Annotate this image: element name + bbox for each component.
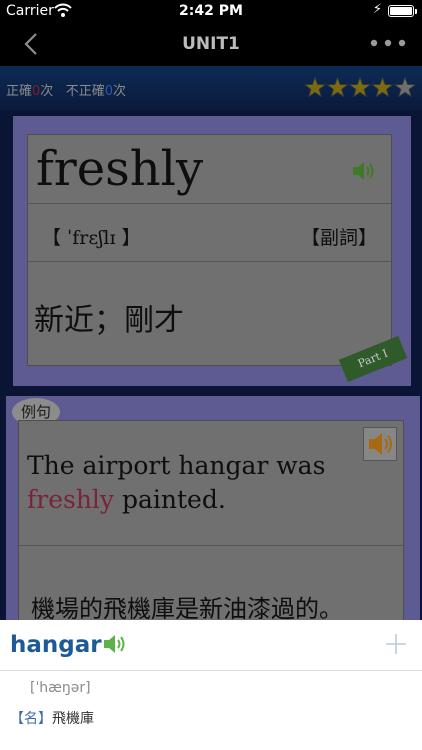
charging-icon: ⚡	[372, 2, 382, 17]
example-card[interactable]: 例句 The airport hangar was freshly painte…	[6, 396, 420, 620]
sentence-text: painted.	[114, 485, 226, 514]
divider	[0, 670, 422, 671]
divider	[28, 261, 391, 262]
sentence-highlight: freshly	[27, 485, 115, 514]
example-translation: 機場的飛機庫是新油漆過的。	[31, 595, 343, 620]
more-options-icon[interactable]	[368, 32, 408, 54]
dictionary-popup: hangar [ˈhæŋər] 【名】飛機庫	[0, 620, 422, 750]
divider	[28, 203, 391, 204]
flashcard-area: 正確0次 不正確0次 freshly 【 ˈfrɛʃlɪ 】 【副詞】 新近；剛…	[0, 66, 422, 620]
incorrect-label: 不正確	[65, 84, 105, 99]
part-badge: Part I	[338, 335, 408, 383]
page-title: UNIT1	[182, 34, 240, 54]
correct-label: 正確	[6, 84, 33, 99]
nav-bar: UNIT1	[0, 22, 422, 66]
word-card[interactable]: freshly 【 ˈfrɛʃlɪ 】 【副詞】 新近；剛才 Part I	[13, 116, 411, 386]
popup-definition: 【名】飛機庫	[10, 708, 94, 728]
pronunciation: 【 ˈfrɛʃlɪ 】	[42, 227, 141, 249]
score-summary: 正確0次 不正確0次	[6, 80, 126, 99]
battery-icon	[388, 5, 417, 17]
correct-unit: 次	[40, 84, 54, 99]
part-of-speech: 【副詞】	[300, 227, 377, 249]
example-sentence: The airport hangar was freshly painted.	[27, 449, 405, 517]
popup-ipa: [ˈhæŋər]	[30, 680, 91, 696]
example-card-inner: The airport hangar was freshly painted. …	[18, 420, 404, 620]
status-time: 2:42 PM	[179, 3, 243, 19]
sentence-text: The airport hangar was	[27, 451, 326, 480]
star-icon	[348, 76, 372, 98]
popup-pos-tag: 【名】	[10, 711, 52, 727]
star-icon	[393, 76, 416, 98]
score-bar: 正確0次 不正確0次	[0, 66, 422, 110]
add-word-icon[interactable]	[384, 632, 408, 656]
word-speaker-icon[interactable]	[351, 160, 377, 182]
word-meaning: 新近；剛才	[34, 303, 184, 338]
popup-speaker-icon[interactable]	[102, 632, 128, 656]
vocab-word: freshly	[36, 141, 204, 197]
star-rating	[304, 76, 416, 98]
star-icon	[304, 76, 327, 98]
popup-meaning: 飛機庫	[52, 711, 94, 727]
star-icon	[326, 76, 349, 98]
popup-word: hangar	[10, 632, 102, 658]
incorrect-unit: 次	[113, 84, 127, 99]
star-icon	[371, 76, 394, 98]
incorrect-count: 0	[104, 84, 114, 99]
word-card-inner: freshly 【 ˈfrɛʃlɪ 】 【副詞】 新近；剛才 Part I	[27, 134, 408, 383]
status-bar: Carrier 2:42 PM ⚡	[0, 0, 422, 22]
divider	[19, 545, 403, 546]
